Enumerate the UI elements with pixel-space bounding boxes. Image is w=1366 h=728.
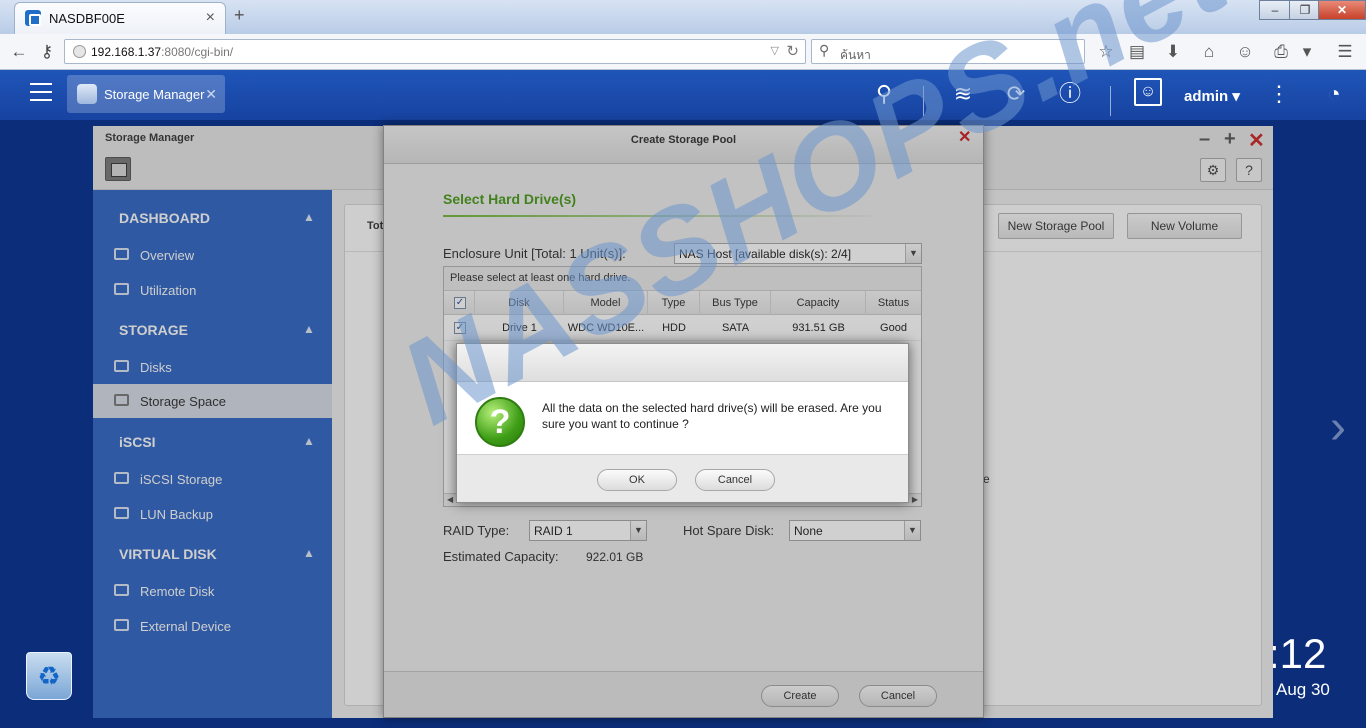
back-arrow-icon[interactable]: ← xyxy=(6,39,32,65)
confirm-erase-dialog: ? All the data on the selected hard driv… xyxy=(456,343,909,503)
search-icon[interactable]: ⚲ xyxy=(870,80,898,108)
question-mark-icon: ? xyxy=(475,397,525,447)
browser-nav-bar: ← ⚷ 192.168.1.37:8080/cgi-bin/ ▽ ↻ ⚲ ค้น… xyxy=(0,34,1366,70)
window-close-button[interactable]: ✕ xyxy=(1318,0,1366,20)
bookmark-star-icon[interactable]: ☆ xyxy=(1093,39,1119,65)
desktop-clock: :12 xyxy=(1268,630,1327,677)
app-tab-storage-manager[interactable]: Storage Manager ✕ xyxy=(67,75,225,113)
window-minimize-button[interactable]: – xyxy=(1259,0,1291,20)
header-separator xyxy=(923,86,924,116)
browser-tab-title: NASDBF00E xyxy=(49,11,125,26)
key-icon[interactable]: ⚷ xyxy=(34,39,60,65)
app-tab-label: Storage Manager xyxy=(104,87,205,102)
reading-list-icon[interactable]: ▤ xyxy=(1124,39,1150,65)
confirm-titlebar xyxy=(457,344,908,382)
sync-icon[interactable]: ⟳ xyxy=(1002,80,1030,108)
qnap-header: Storage Manager ✕ ⚲ ≋ ⟳ ⓘ ☺ admin ▾ ⋮ ◔ xyxy=(0,70,1366,120)
app-tab-close-icon[interactable]: ✕ xyxy=(205,86,217,103)
cancel-button[interactable]: Cancel xyxy=(695,469,775,491)
new-tab-icon[interactable]: + xyxy=(234,5,245,26)
search-icon: ⚲ xyxy=(819,42,830,58)
dashboard-gauge-icon[interactable]: ◔ xyxy=(1320,80,1348,108)
storage-manager-icon xyxy=(77,84,97,104)
confirm-footer: OK Cancel xyxy=(457,454,908,502)
user-avatar-icon[interactable]: ☺ xyxy=(1134,78,1162,106)
url-bar[interactable]: 192.168.1.37:8080/cgi-bin/ ▽ ↻ xyxy=(64,39,806,64)
desktop-date: Aug 30 xyxy=(1276,680,1330,699)
browser-tab[interactable]: NASDBF00E × xyxy=(14,2,226,34)
chevron-down-icon[interactable]: ▾ xyxy=(1294,39,1320,65)
desktop-next-arrow-icon[interactable]: › xyxy=(1330,400,1346,455)
user-menu[interactable]: admin ▾ xyxy=(1184,87,1240,105)
tab-close-icon[interactable]: × xyxy=(206,9,215,27)
recycle-bin-icon[interactable]: ♻ xyxy=(26,652,72,700)
more-options-icon[interactable]: ⋮ xyxy=(1265,80,1293,108)
browser-tab-bar: NASDBF00E × + – ❐ ✕ xyxy=(0,0,1366,34)
header-separator xyxy=(1110,86,1111,116)
search-input[interactable]: ⚲ ค้นหา xyxy=(811,39,1085,64)
background-tasks-icon[interactable]: ≋ xyxy=(949,80,977,108)
ok-button[interactable]: OK xyxy=(597,469,677,491)
download-icon[interactable]: ⬇ xyxy=(1160,39,1186,65)
main-menu-icon[interactable] xyxy=(30,83,52,101)
home-icon[interactable]: ⌂ xyxy=(1196,39,1222,65)
url-text: 192.168.1.37:8080/cgi-bin/ xyxy=(91,45,234,59)
url-dropdown-icon[interactable]: ▽ xyxy=(771,44,779,57)
confirm-message: All the data on the selected hard drive(… xyxy=(542,401,882,431)
browser-menu-icon[interactable]: ☰ xyxy=(1332,39,1358,65)
info-icon[interactable]: ⓘ xyxy=(1056,80,1084,108)
pdf-icon[interactable]: ⎙ xyxy=(1268,39,1294,65)
globe-icon xyxy=(73,45,86,58)
window-maximize-button[interactable]: ❐ xyxy=(1289,0,1321,20)
qnap-favicon-icon xyxy=(25,10,41,26)
search-placeholder: ค้นหา xyxy=(840,48,871,62)
reload-icon[interactable]: ↻ xyxy=(786,42,799,60)
chat-icon[interactable]: ☺ xyxy=(1232,39,1258,65)
